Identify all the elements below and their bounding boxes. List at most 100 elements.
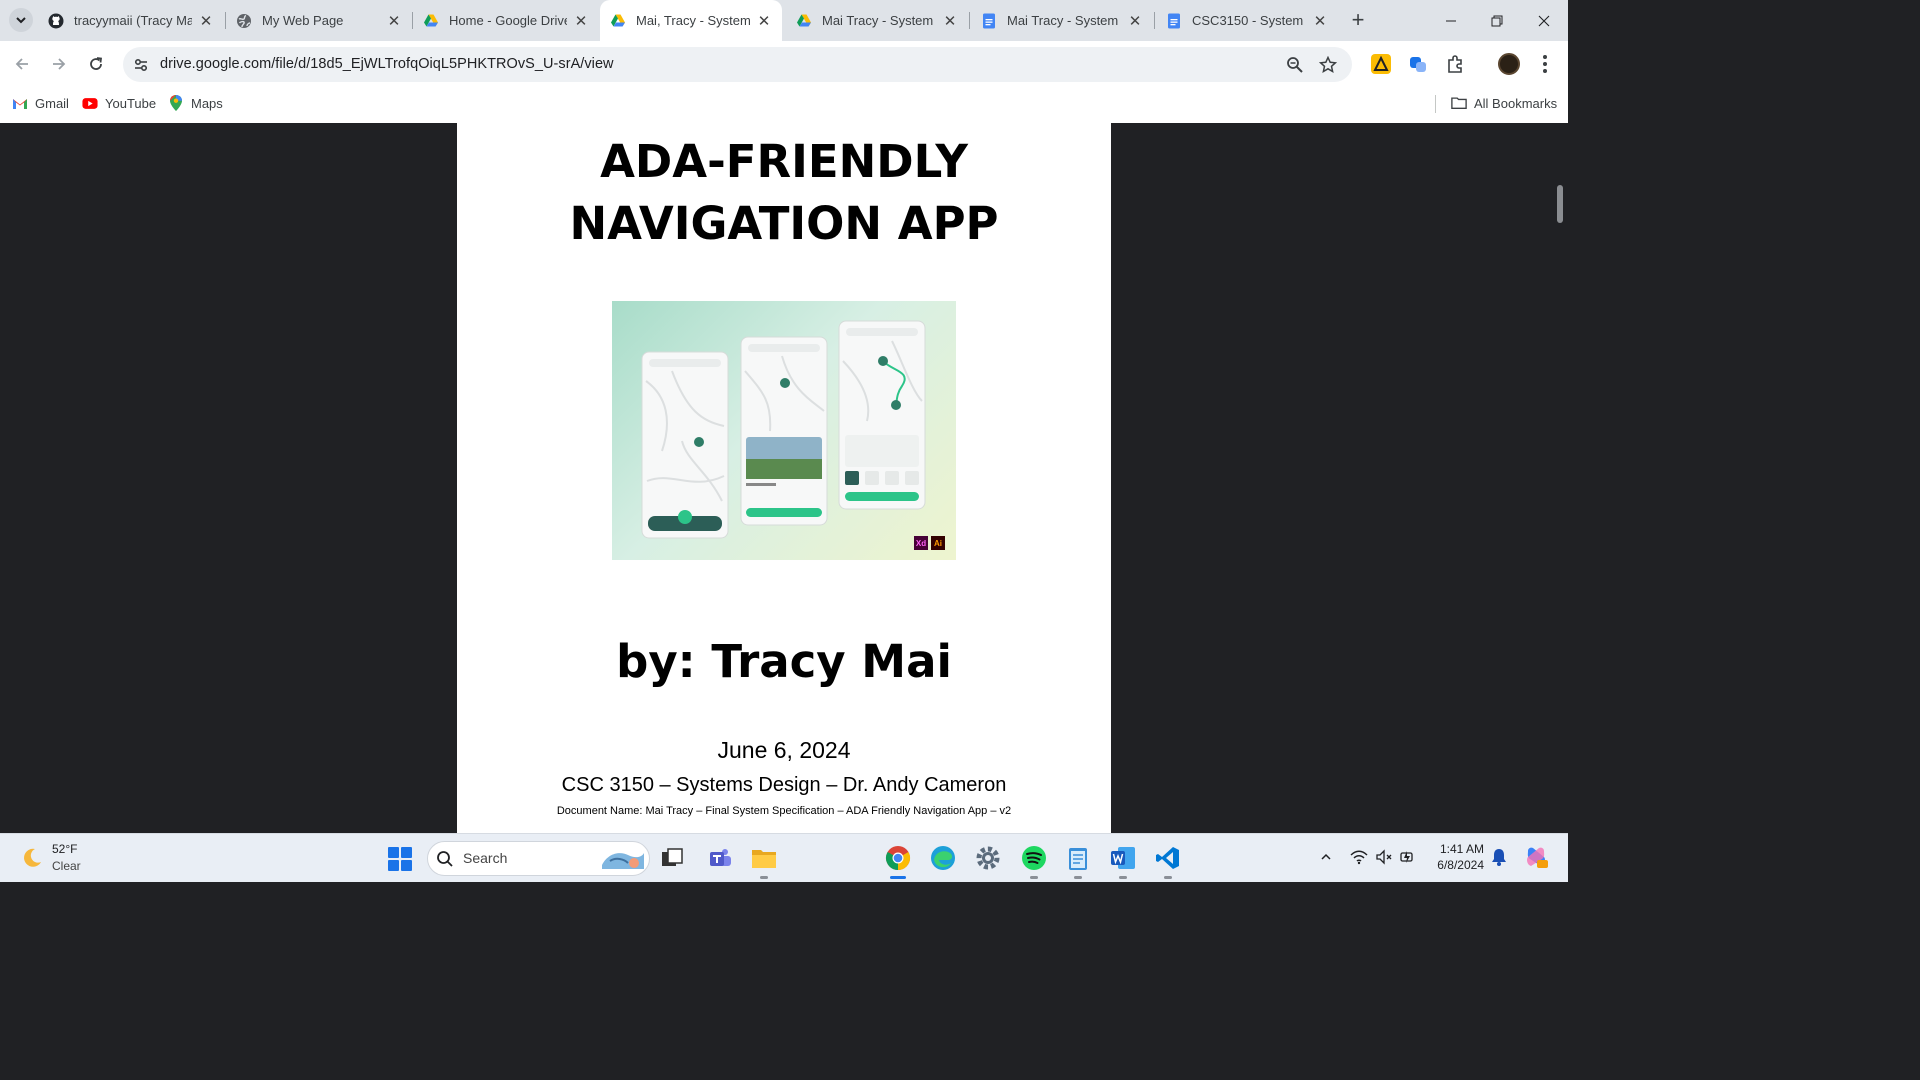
- close-icon[interactable]: ✕: [198, 13, 214, 30]
- close-icon[interactable]: ✕: [1127, 13, 1143, 30]
- scrollbar-thumb[interactable]: [1557, 185, 1563, 223]
- tab-title: Mai Tracy - System P: [822, 13, 936, 28]
- tab-csc3150-system-spec[interactable]: CSC3150 - System Sp ✕: [1156, 0, 1338, 41]
- reload-icon: [90, 57, 103, 70]
- document-date: June 6, 2024: [717, 737, 851, 763]
- tab-my-web-page[interactable]: My Web Page ✕: [226, 0, 412, 41]
- browser-toolbar: drive.google.com/file/d/18d5_EjWLTrofqOi…: [0, 41, 1568, 87]
- tab-mai-tracy-system-p-drive[interactable]: Mai Tracy - System P ✕: [786, 0, 968, 41]
- arrow-right-icon: [53, 58, 66, 70]
- clock-date[interactable]: 6/8/2024: [1420, 858, 1484, 872]
- app-running-indicator: [760, 876, 768, 879]
- chrome-icon[interactable]: [883, 843, 913, 873]
- xd-badge: Xd: [914, 536, 928, 550]
- battery-charging-icon[interactable]: [1398, 847, 1418, 867]
- close-icon[interactable]: ✕: [1312, 13, 1328, 30]
- weather-temperature[interactable]: 52°F: [52, 842, 77, 856]
- address-bar[interactable]: drive.google.com/file/d/18d5_EjWLTrofqOi…: [123, 47, 1352, 82]
- reload-button[interactable]: [82, 50, 110, 78]
- extensions-puzzle-icon[interactable]: [1445, 54, 1465, 74]
- forward-button[interactable]: [45, 50, 73, 78]
- cover-image: Xd Ai: [612, 301, 956, 560]
- windows-taskbar: 52°F Clear Search 1:41 AM 6/8/2024: [0, 833, 1568, 882]
- url-text[interactable]: drive.google.com/file/d/18d5_EjWLTrofqOi…: [160, 56, 614, 72]
- spotify-icon[interactable]: [1019, 843, 1049, 873]
- zoom-icon[interactable]: [1284, 54, 1306, 76]
- maps-icon: [168, 95, 184, 111]
- search-highlight-illustration: [602, 853, 644, 869]
- extension-alert-icon[interactable]: [1371, 54, 1391, 74]
- tab-mai-tracy-system-spec[interactable]: Mai, Tracy - System S ✕: [600, 0, 782, 41]
- bookmark-gmail[interactable]: Gmail: [12, 95, 69, 111]
- bookmark-label: YouTube: [105, 95, 157, 111]
- google-drive-icon: [423, 13, 439, 29]
- close-icon[interactable]: ✕: [756, 13, 772, 30]
- title-line-1: ADA-FRIENDLY: [600, 135, 968, 188]
- volume-muted-icon[interactable]: [1374, 847, 1394, 867]
- globe-icon: [236, 13, 252, 29]
- start-button[interactable]: [388, 847, 412, 871]
- new-tab-button[interactable]: +: [1346, 7, 1370, 32]
- youtube-icon: [82, 95, 98, 111]
- settings-gear-icon[interactable]: [973, 843, 1003, 873]
- vscode-icon[interactable]: [1153, 843, 1183, 873]
- bookmark-star-icon[interactable]: [1317, 54, 1339, 76]
- tab-title: CSC3150 - System Sp: [1192, 13, 1306, 28]
- google-docs-icon: [1166, 13, 1182, 29]
- document-title: ADA-FRIENDLY NAVIGATION APP: [457, 131, 1111, 255]
- app-running-indicator: [1119, 876, 1127, 879]
- tab-search-button[interactable]: [9, 8, 33, 32]
- tab-title: Home - Google Drive: [449, 13, 567, 28]
- notepad-icon[interactable]: [1063, 843, 1093, 873]
- document-name: Document Name: Mai Tracy – Final System …: [556, 805, 1012, 817]
- tab-title: Mai Tracy - System P: [1007, 13, 1121, 28]
- tab-title: Mai, Tracy - System S: [636, 13, 750, 28]
- close-icon[interactable]: ✕: [573, 13, 589, 30]
- bookmark-maps[interactable]: Maps: [168, 95, 223, 111]
- pdf-viewer[interactable]: ADA-FRIENDLY NAVIGATION APP Xd Ai by: Tr…: [0, 123, 1568, 833]
- teams-icon[interactable]: [705, 843, 735, 873]
- site-settings-icon[interactable]: [131, 55, 151, 75]
- app-running-indicator: [1074, 876, 1082, 879]
- taskbar-search[interactable]: Search: [427, 841, 650, 876]
- chevron-down-icon: [16, 17, 26, 24]
- word-icon[interactable]: [1108, 843, 1138, 873]
- google-docs-icon: [981, 13, 997, 29]
- tab-github[interactable]: tracyymaii (Tracy Mai ✕: [38, 0, 224, 41]
- bookmark-label: Maps: [191, 95, 223, 111]
- minimize-button[interactable]: [1428, 0, 1474, 41]
- search-icon: [437, 851, 453, 867]
- weather-condition[interactable]: Clear: [52, 859, 81, 873]
- close-window-button[interactable]: [1521, 0, 1567, 41]
- app-mockup-illustration: [641, 320, 926, 539]
- task-view-icon[interactable]: [657, 843, 687, 873]
- extension-blue-icon[interactable]: [1408, 54, 1428, 74]
- browser-menu-icon[interactable]: [1537, 53, 1553, 75]
- all-bookmarks-button[interactable]: All Bookmarks: [1451, 95, 1557, 111]
- close-icon[interactable]: ✕: [386, 13, 402, 30]
- clock-time[interactable]: 1:41 AM: [1420, 842, 1484, 856]
- app-active-indicator: [890, 876, 906, 879]
- file-explorer-icon[interactable]: [749, 843, 779, 873]
- bookmark-label: Gmail: [35, 95, 69, 111]
- arrow-left-icon: [15, 58, 28, 70]
- close-icon[interactable]: ✕: [942, 13, 958, 30]
- folder-icon: [1451, 95, 1467, 111]
- app-running-indicator: [1030, 876, 1038, 879]
- wifi-icon[interactable]: [1349, 847, 1369, 867]
- notification-bell-icon[interactable]: [1489, 847, 1509, 867]
- copilot-icon[interactable]: [1524, 845, 1548, 869]
- bookmark-youtube[interactable]: YouTube: [82, 95, 156, 111]
- google-drive-icon: [610, 13, 626, 29]
- edge-icon[interactable]: [928, 843, 958, 873]
- show-hidden-icons-button[interactable]: [1316, 847, 1336, 867]
- restore-button[interactable]: [1474, 0, 1520, 41]
- tab-home-google-drive[interactable]: Home - Google Drive ✕: [413, 0, 599, 41]
- ai-badge: Ai: [931, 536, 945, 550]
- profile-avatar[interactable]: [1498, 53, 1520, 75]
- moon-icon[interactable]: [20, 846, 44, 870]
- back-button[interactable]: [8, 50, 36, 78]
- all-bookmarks-label: All Bookmarks: [1474, 95, 1558, 111]
- bookmarks-bar: Gmail YouTube Maps All Bookmarks: [0, 87, 1568, 123]
- tab-mai-tracy-system-p-docs[interactable]: Mai Tracy - System P ✕: [971, 0, 1153, 41]
